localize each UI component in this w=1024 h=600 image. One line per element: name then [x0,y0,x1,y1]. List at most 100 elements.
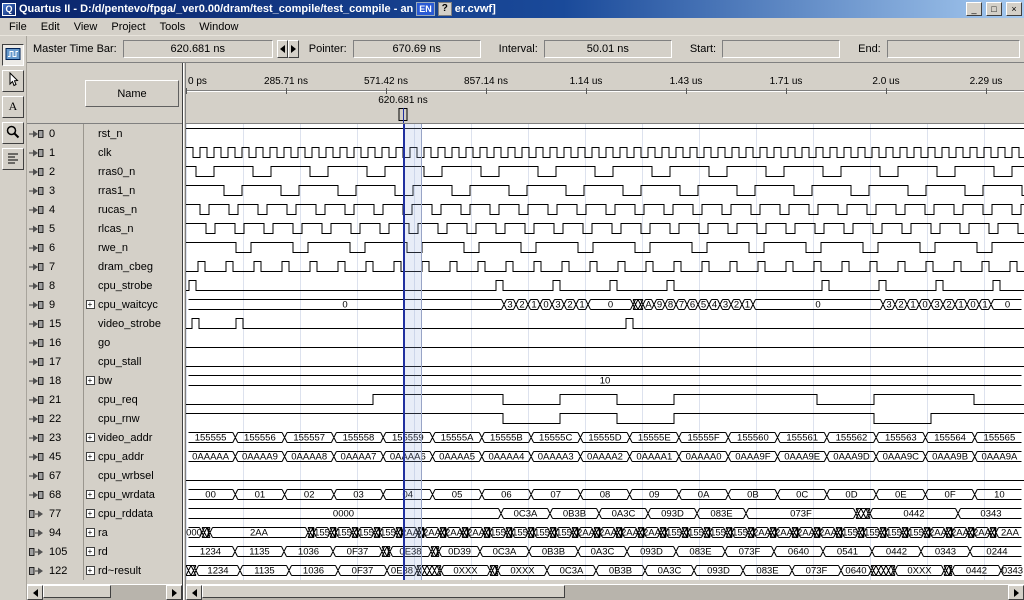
end-field[interactable] [887,40,1020,58]
waveform-rucas_n[interactable] [186,200,1024,219]
waveform-editor-tool-button[interactable] [2,44,24,66]
master-time-marker-line[interactable] [403,124,405,580]
wave-scrollbar-thumb[interactable] [202,585,565,598]
start-field[interactable] [722,40,840,58]
waveform-cpu_rddata[interactable]: 00000C3A0B3B0A3C093D083E073F04420343 [186,504,1024,523]
waveform-rd~result[interactable]: 1234113510360F370E380XXX0XXX0C3A0B3B0A3C… [186,561,1024,580]
waveform-rd[interactable]: 1234113510360F370E380D390C3A0B3B0A3C093D… [186,542,1024,561]
waveform-rlcas_n[interactable] [186,219,1024,238]
names-scrollbar-thumb[interactable] [43,585,111,598]
signal-row-video_addr[interactable]: 23+video_addr [27,428,182,447]
spin-right-button[interactable] [288,40,299,58]
menu-tools[interactable]: Tools [154,19,194,35]
signal-row-cpu_waitcyc[interactable]: 9+cpu_waitcyc [27,295,182,314]
waveform-ra[interactable]: 0002AA1551551551552AA2AA2AA2AA1551551551… [186,523,1024,542]
waveform-horizontal-scrollbar[interactable] [186,584,1024,600]
signal-row-cpu_wrbsel[interactable]: 67cpu_wrbsel [27,466,182,485]
waveform-cpu_req[interactable] [186,390,1024,409]
names-scrollbar-track[interactable] [43,585,166,600]
names-scroll-left-button[interactable] [27,585,43,600]
waveform-rras0_n[interactable] [186,162,1024,181]
menu-project[interactable]: Project [105,19,153,35]
expand-toggle-icon[interactable]: + [86,566,95,575]
svg-text:155565: 155565 [984,433,1016,444]
menu-edit[interactable]: Edit [35,19,68,35]
menu-view[interactable]: View [68,19,106,35]
expand-toggle-icon[interactable]: + [86,528,95,537]
signal-row-dram_cbeg[interactable]: 7dram_cbeg [27,257,182,276]
help-badge[interactable]: ? [438,2,452,16]
waveform-go[interactable] [186,333,1024,352]
expand-toggle-icon[interactable]: + [86,509,95,518]
time-ruler[interactable]: 0 ps285.71 ns571.42 ns857.14 ns1.14 us1.… [186,63,1024,124]
wave-scroll-left-button[interactable] [186,585,202,600]
waveform-cpu_addr[interactable]: 0AAAAA0AAAA90AAAA80AAAA70AAAA60AAAA50AAA… [186,447,1024,466]
language-badge[interactable]: EN [416,2,435,16]
waveform-cpu_strobe[interactable] [186,276,1024,295]
signal-row-go[interactable]: 16go [27,333,182,352]
signal-name: rucas_n [98,204,137,216]
close-button[interactable]: × [1006,2,1022,16]
signal-row-rucas_n[interactable]: 4rucas_n [27,200,182,219]
sort-tool-button[interactable] [2,148,24,170]
signal-row-rlcas_n[interactable]: 5rlcas_n [27,219,182,238]
signal-row-rd~result[interactable]: 122+rd~result [27,561,182,580]
svg-text:2: 2 [519,300,524,311]
signal-row-cpu_strobe[interactable]: 8cpu_strobe [27,276,182,295]
signal-row-cpu_req[interactable]: 21cpu_req [27,390,182,409]
waveform-video_strobe[interactable] [186,314,1024,333]
expand-toggle-icon[interactable]: + [86,433,95,442]
names-horizontal-scrollbar[interactable] [27,584,182,600]
name-column-header[interactable]: Name [85,80,179,107]
waveform-rst_n[interactable] [186,124,1024,143]
waveform-cpu_stall[interactable] [186,352,1024,371]
waveform-rwe_n[interactable] [186,238,1024,257]
expand-toggle-icon[interactable]: + [86,300,95,309]
waveform-rras1_n[interactable] [186,181,1024,200]
wave-scroll-right-button[interactable] [1008,585,1024,600]
spin-left-button[interactable] [277,40,288,58]
waveform-cpu_waitcyc[interactable]: 032103210A98765432103210321010 [186,295,1024,314]
master-time-field[interactable]: 620.681 ns [123,40,273,58]
signal-row-cpu_rnw[interactable]: 22cpu_rnw [27,409,182,428]
left-triangle-icon [188,589,197,597]
signal-row-cpu_rddata[interactable]: 77+cpu_rddata [27,504,182,523]
zoom-tool-button[interactable] [2,122,24,144]
expand-toggle-icon[interactable]: + [86,376,95,385]
signal-row-rras1_n[interactable]: 3rras1_n [27,181,182,200]
waveform-rows[interactable]: 032103210A98765432103210321010 10 15555515… [186,124,1024,580]
expand-toggle-icon[interactable]: + [86,490,95,499]
waveform-clk[interactable] [186,143,1024,162]
signal-row-clk[interactable]: 1clk [27,143,182,162]
signal-row-rras0_n[interactable]: 2rras0_n [27,162,182,181]
signal-row-rst_n[interactable]: 0rst_n [27,124,182,143]
waveform-cpu_wrbsel[interactable] [186,466,1024,485]
waveform-bw[interactable]: 10 [186,371,1024,390]
signal-row-rd[interactable]: 105+rd [27,542,182,561]
waveform-cpu_wrdata[interactable]: 000102030405060708090A0B0C0D0E0F10 [186,485,1024,504]
signal-row-rwe_n[interactable]: 6rwe_n [27,238,182,257]
names-scroll-right-button[interactable] [166,585,182,600]
waveform-dram_cbeg[interactable] [186,257,1024,276]
signal-row-cpu_addr[interactable]: 45+cpu_addr [27,447,182,466]
input-pin-icon [29,243,46,253]
minimize-button[interactable]: _ [966,2,982,16]
menu-file[interactable]: File [3,19,35,35]
signal-row-ra[interactable]: 94+ra [27,523,182,542]
waveform-cpu_rnw[interactable] [186,409,1024,428]
text-tool-button[interactable]: A [2,96,24,118]
signal-row-cpu_stall[interactable]: 17cpu_stall [27,352,182,371]
output-pin-icon [29,528,46,538]
signal-row-bw[interactable]: 18+bw [27,371,182,390]
wave-scrollbar-track[interactable] [202,585,1008,600]
signal-row-video_strobe[interactable]: 15video_strobe [27,314,182,333]
maximize-button[interactable]: □ [986,2,1002,16]
svg-text:0343: 0343 [1002,566,1023,577]
expand-toggle-icon[interactable]: + [86,452,95,461]
signal-row-cpu_wrdata[interactable]: 68+cpu_wrdata [27,485,182,504]
expand-toggle-icon[interactable]: + [86,547,95,556]
menu-window[interactable]: Window [193,19,246,35]
svg-text:093D: 093D [661,509,684,520]
selection-tool-button[interactable] [2,70,24,92]
waveform-video_addr[interactable]: 15555515555615555715555815555915555A1555… [186,428,1024,447]
